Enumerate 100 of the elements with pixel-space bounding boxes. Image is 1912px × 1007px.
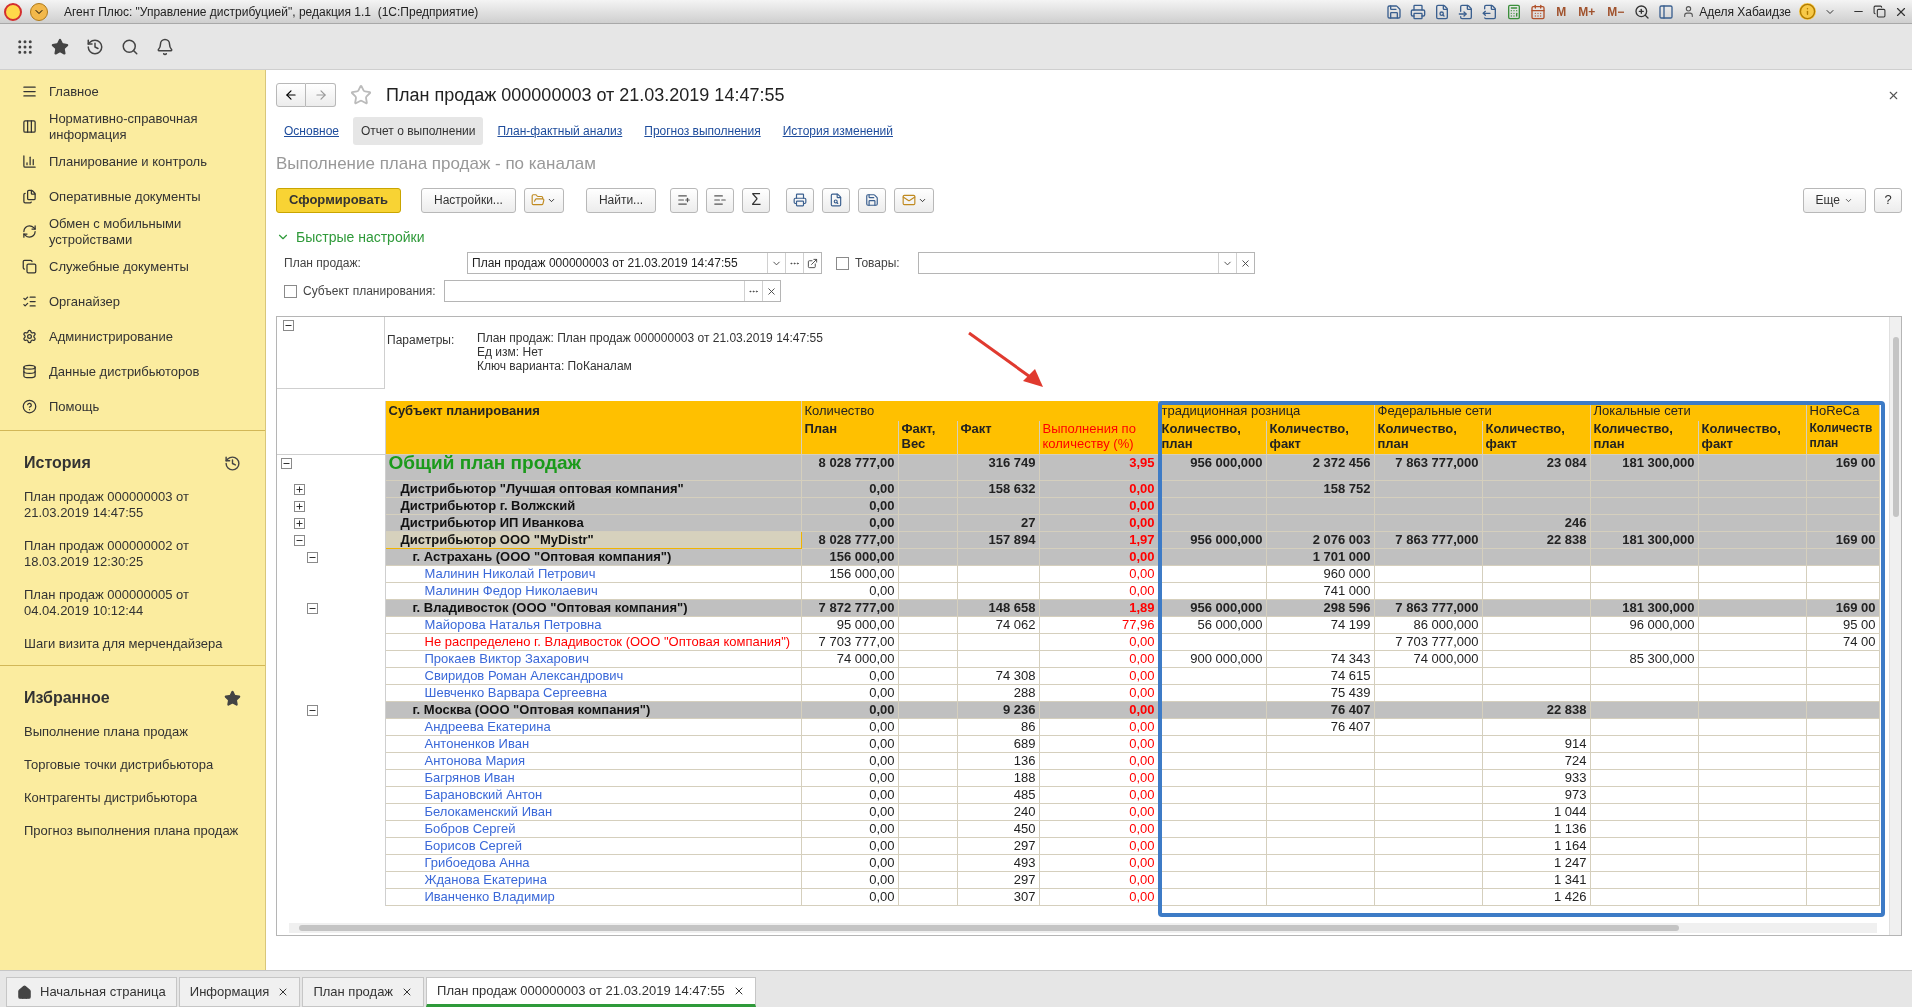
save-icon[interactable] bbox=[1386, 3, 1403, 20]
sum-button[interactable]: Σ bbox=[742, 187, 771, 213]
memory-button[interactable]: M− bbox=[1605, 2, 1627, 21]
generate-button[interactable]: Сформировать bbox=[276, 187, 402, 213]
star-icon[interactable] bbox=[51, 37, 69, 56]
home-icon bbox=[17, 984, 32, 1000]
checkbox[interactable] bbox=[836, 256, 849, 270]
plan-select-field[interactable]: План продаж 000000003 от 21.03.2019 14:47:55 bbox=[467, 252, 822, 274]
expand-rows-button[interactable] bbox=[670, 187, 699, 213]
import-icon[interactable] bbox=[1458, 3, 1475, 20]
column-header: Факт, Вес bbox=[898, 420, 957, 455]
sidebar-item[interactable]: Планирование и контроль bbox=[49, 153, 209, 170]
history-link[interactable]: План продаж 000000005 от 04.04.2019 10:12:44 bbox=[24, 587, 229, 619]
tab[interactable]: Прогноз выполнения bbox=[636, 117, 769, 145]
zoom-icon[interactable] bbox=[1634, 3, 1651, 20]
favorite-link[interactable]: Контрагенты дистрибьютора bbox=[24, 790, 241, 806]
export-icon[interactable] bbox=[1482, 3, 1499, 20]
settings-button[interactable]: Настройки... bbox=[421, 187, 516, 213]
section-heading: История bbox=[24, 453, 91, 473]
preview-button[interactable] bbox=[822, 187, 851, 213]
sidebar-item[interactable]: Главное bbox=[49, 83, 209, 100]
sidebar-item[interactable]: Служебные документы bbox=[49, 258, 209, 275]
number-cell: 23 084 bbox=[1482, 454, 1590, 481]
info-icon[interactable] bbox=[1799, 3, 1816, 20]
restore-icon[interactable] bbox=[1873, 5, 1886, 18]
database-icon bbox=[22, 364, 37, 379]
sidebar-item[interactable]: Оперативные документы bbox=[49, 188, 209, 205]
expand-toggle[interactable] bbox=[294, 483, 305, 495]
favorite-link[interactable]: Выполнение плана продаж bbox=[24, 724, 241, 740]
horizontal-scrollbar[interactable] bbox=[289, 923, 1877, 933]
collapse-toggle[interactable] bbox=[281, 458, 292, 469]
favorite-link[interactable]: Прогноз выполнения плана продаж bbox=[24, 823, 241, 839]
goods-field[interactable] bbox=[917, 252, 1255, 274]
collapse-toggle[interactable] bbox=[283, 320, 294, 331]
print-button[interactable] bbox=[786, 187, 815, 213]
variants-button[interactable] bbox=[523, 187, 564, 213]
sidebar-item[interactable]: Данные дистрибьюторов bbox=[49, 363, 209, 380]
sidebar-item[interactable]: Администрирование bbox=[49, 328, 209, 345]
find-button[interactable]: Найти... bbox=[585, 187, 657, 213]
print-icon[interactable] bbox=[1410, 3, 1427, 20]
apps-grid-icon[interactable] bbox=[16, 37, 34, 56]
sidebar-item[interactable]: Нормативно-справочная информация bbox=[49, 110, 209, 143]
star-icon[interactable] bbox=[350, 84, 372, 106]
history-link[interactable]: Шаги визита для мерчендайзера bbox=[24, 636, 229, 652]
expand-toggle[interactable] bbox=[294, 517, 305, 529]
window-tab[interactable]: План продаж 000000003 от 21.03.2019 14:47:55 bbox=[426, 977, 756, 1007]
history-icon[interactable] bbox=[224, 454, 241, 472]
sidebar-item[interactable]: Органайзер bbox=[49, 293, 209, 310]
panel-icon[interactable] bbox=[1658, 3, 1675, 20]
user-name[interactable]: Аделя Хабаидзе bbox=[1699, 2, 1791, 21]
more-button[interactable]: Еще bbox=[1802, 187, 1866, 213]
collapse-toggle[interactable] bbox=[307, 551, 318, 563]
search-icon[interactable] bbox=[121, 37, 139, 56]
menu-button[interactable] bbox=[30, 2, 48, 21]
window-tab[interactable]: Информация bbox=[178, 977, 301, 1007]
checkbox[interactable] bbox=[284, 284, 297, 298]
window-tab[interactable]: Начальная страница bbox=[6, 977, 177, 1007]
calculator-icon[interactable] bbox=[1506, 3, 1523, 20]
vertical-scrollbar[interactable] bbox=[1889, 317, 1901, 935]
collapse-toggle[interactable] bbox=[307, 602, 318, 614]
favorite-link[interactable]: Торговые точки дистрибьютора bbox=[24, 757, 241, 773]
expand-toggle[interactable] bbox=[294, 500, 305, 512]
bell-icon[interactable] bbox=[156, 37, 174, 56]
history-link[interactable]: План продаж 000000003 от 21.03.2019 14:47:55 bbox=[24, 489, 229, 521]
preview-icon[interactable] bbox=[1434, 3, 1451, 20]
calendar-icon[interactable] bbox=[1530, 3, 1547, 20]
open-icon[interactable] bbox=[807, 257, 818, 269]
save-button[interactable] bbox=[858, 187, 887, 213]
collapse-rows-button[interactable] bbox=[706, 187, 735, 213]
column-header: Количество, план bbox=[1374, 420, 1482, 455]
history-icon[interactable] bbox=[86, 37, 104, 56]
back-button[interactable] bbox=[276, 83, 306, 107]
sidebar-item[interactable]: Обмен с мобильными устройствами bbox=[49, 215, 209, 248]
tab[interactable]: Отчет о выполнении bbox=[353, 117, 484, 145]
tab[interactable]: История изменений bbox=[774, 117, 901, 145]
window-tab[interactable]: План продаж bbox=[302, 977, 425, 1007]
checkbox-label[interactable]: Товары: bbox=[855, 254, 900, 272]
memory-button[interactable]: M bbox=[1554, 2, 1569, 21]
tab[interactable]: План-фактный анализ bbox=[489, 117, 631, 145]
star-icon[interactable] bbox=[224, 689, 241, 707]
help-button[interactable]: ? bbox=[1874, 187, 1902, 213]
clear-icon[interactable] bbox=[765, 285, 777, 297]
section-title[interactable]: Быстрые настройки bbox=[296, 226, 425, 248]
tab[interactable]: Основное bbox=[276, 117, 347, 145]
column-header: Количество, факт bbox=[1482, 420, 1590, 455]
collapse-toggle[interactable] bbox=[307, 704, 318, 716]
save-icon bbox=[865, 193, 880, 207]
memory-button[interactable]: M+ bbox=[1576, 2, 1598, 21]
clear-icon[interactable] bbox=[1239, 257, 1251, 269]
column-header: Количество, план bbox=[1590, 420, 1698, 455]
column-header: Количество, факт bbox=[1698, 420, 1806, 455]
sidebar-item[interactable]: Помощь bbox=[49, 398, 209, 415]
mail-icon bbox=[901, 193, 916, 207]
history-link[interactable]: План продаж 000000002 от 18.03.2019 12:30:25 bbox=[24, 538, 229, 570]
subject-field[interactable] bbox=[443, 280, 781, 302]
tab-label: Начальная страница bbox=[40, 983, 166, 1002]
mail-button[interactable] bbox=[894, 187, 935, 213]
checkbox-label[interactable]: Субъект планирования: bbox=[303, 282, 436, 300]
folder-icon bbox=[531, 193, 546, 207]
collapse-toggle[interactable] bbox=[294, 534, 305, 546]
